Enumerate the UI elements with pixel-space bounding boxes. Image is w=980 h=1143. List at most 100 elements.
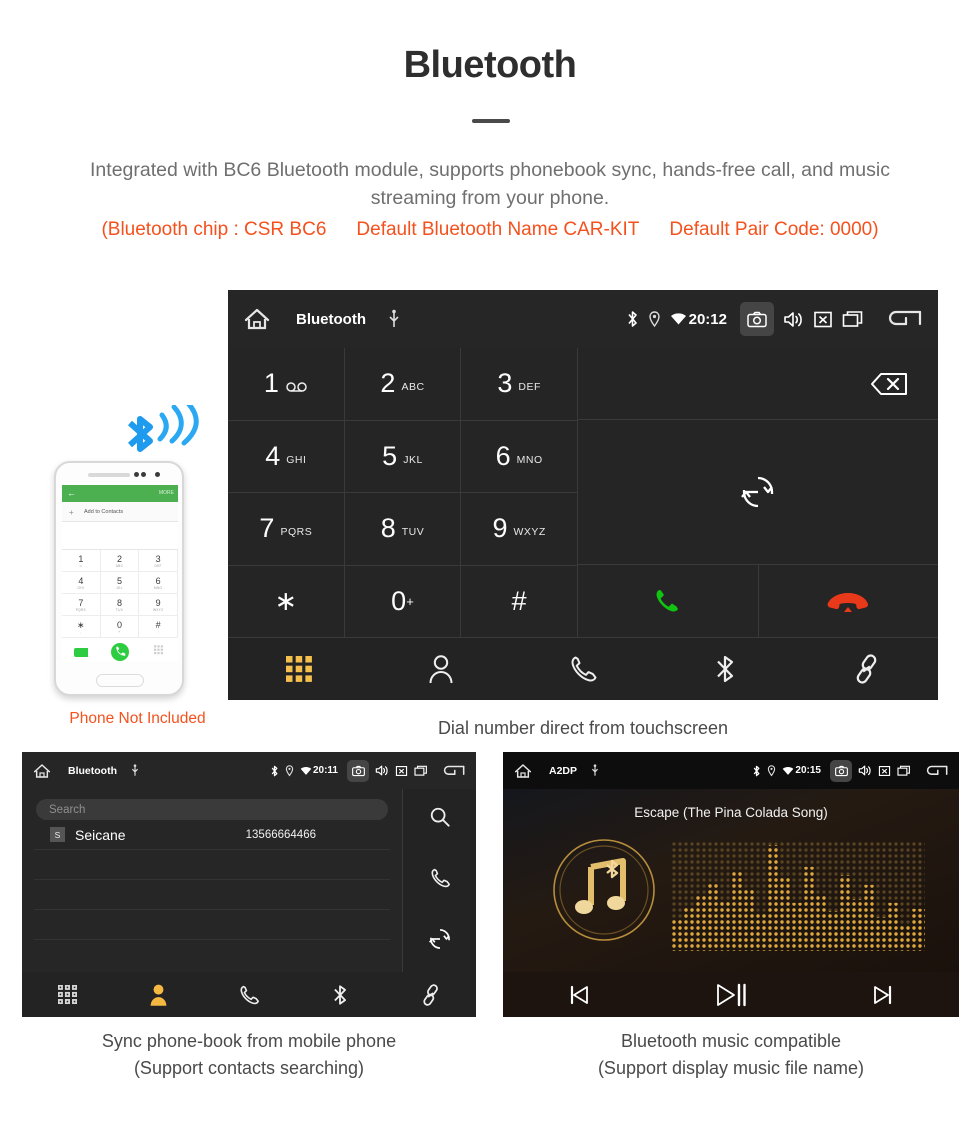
music-caption-line1: Bluetooth music compatible [620,1031,842,1051]
contact-name: Seicane [75,826,126,843]
home-icon[interactable] [514,763,532,779]
spec-pair-code: Default Pair Code: 0000) [669,219,879,240]
contact-initial-badge: S [50,827,65,842]
close-icon[interactable] [878,765,891,777]
close-icon[interactable] [813,310,833,329]
dial-key-2[interactable]: 2 ABC [344,348,462,421]
camera-icon[interactable] [830,759,852,782]
back-icon[interactable] [442,764,465,778]
dialer-clock: 20:12 [688,310,727,328]
nav-contacts-button[interactable] [370,654,512,684]
audio-transfer-icon [741,476,774,508]
search-button[interactable] [429,806,451,833]
phone-body: ← MORE + Add to Contacts 1 ∞ 2 ABC 3 DEF 4G… [54,461,184,696]
phonebook-caption-line1: Sync phone-book from mobile phone [101,1031,397,1051]
nav-bluetooth-button[interactable] [654,653,796,685]
plus-superscript-icon: + [406,593,414,609]
nav-contacts-button[interactable] [113,983,204,1006]
phone-number-field [62,522,178,550]
song-title: Escape (The Pina Colada Song) [634,805,828,820]
phonebook-app-title: Bluetooth [68,764,117,777]
volume-icon[interactable] [375,764,389,777]
previous-track-button[interactable] [503,983,655,1007]
usb-icon [388,309,400,329]
dialer-right-column [578,348,938,638]
recent-apps-icon[interactable] [842,310,864,329]
nav-calllog-button[interactable] [204,984,295,1006]
page-title: Bluetooth [403,44,577,86]
music-body: Escape (The Pina Colada Song) [503,789,959,972]
nav-keypad-button[interactable] [22,985,113,1004]
phone-home-button [96,674,144,687]
dial-key-5[interactable]: 5 JKL [344,420,462,493]
bluetooth-icon [717,655,734,683]
phone-handset-icon [431,868,450,888]
dial-key-0[interactable]: 0 + [344,565,462,638]
dial-key-hash[interactable]: # [461,565,578,638]
equalizer-visualization [671,841,925,951]
back-icon[interactable] [925,764,948,778]
phone-key: 2 ABC [100,550,140,572]
dial-key-7[interactable]: 7 PQRS [228,493,345,566]
contact-row[interactable]: S Seicane 13566664466 [34,820,390,850]
phone-more-label: MORE [159,490,174,496]
backspace-button[interactable] [578,348,938,420]
phone-keypad: 1 ∞ 2 ABC 3 DEF 4 GHI 5 JKL 6 MNO 7 PQRS 8 TUV 9… [62,550,178,638]
audio-transfer-button[interactable] [578,420,938,565]
call-answer-button[interactable] [578,565,759,637]
location-icon [285,764,294,777]
home-icon[interactable] [33,763,51,779]
phonebook-side-actions [402,789,476,972]
recent-apps-icon[interactable] [414,765,428,777]
dial-key-3[interactable]: 3 DEF [461,348,578,421]
recent-apps-icon[interactable] [897,765,911,777]
dialer-keys-area: 1 2 ABC 3 DEF 4 GHI 5 JKL 6 MNO 7 PQRS 8 TUV 9W… [228,348,938,638]
phonebook-body: Search S Seicane 13566664466 [22,789,476,972]
close-icon[interactable] [395,765,408,777]
next-track-button[interactable] [807,983,959,1007]
nav-keypad-button[interactable] [228,656,370,682]
phone-sensors [134,472,160,478]
dial-key-4[interactable]: 4 GHI [228,420,345,493]
nav-bluetooth-button[interactable] [294,983,385,1007]
dial-key-1[interactable]: 1 [228,348,345,421]
nav-link-button[interactable] [385,983,476,1006]
search-icon [430,807,450,827]
phone-key: 3 DEF [139,550,178,572]
bluetooth-icon [334,984,346,1005]
spec-chip: (Bluetooth chip : CSR BC6 [101,219,327,240]
next-track-icon [874,985,892,1004]
phone-key: ∗, [62,616,101,638]
search-input[interactable]: Search [36,799,388,820]
spec-line: (Bluetooth chip : CSR BC6 Default Blueto… [20,219,960,241]
wifi-icon [670,312,687,326]
phonebook-caption-line2: (Support contacts searching) [133,1058,365,1078]
sync-contacts-button[interactable] [428,928,451,955]
phone-not-included-note: Phone Not Included [69,710,206,727]
back-icon[interactable] [886,308,922,330]
spec-bt-name: Default Bluetooth Name CAR-KIT [356,219,640,240]
call-end-icon [827,593,869,612]
bluetooth-icon [626,310,639,328]
dial-key-8[interactable]: 8 TUV [344,493,462,566]
page-subtitle: Integrated with BC6 Bluetooth module, su… [90,159,890,209]
call-contact-button[interactable] [429,867,451,894]
phone-add-contacts-row: + Add to Contacts [62,502,178,522]
music-app-title: A2DP [549,764,578,777]
volume-icon[interactable] [858,764,872,777]
camera-icon[interactable] [740,302,774,336]
nav-calllog-button[interactable] [512,654,654,684]
nav-link-button[interactable] [796,654,938,684]
home-icon[interactable] [244,307,270,331]
dial-key-6[interactable]: 6 MNO [461,420,578,493]
camera-icon[interactable] [347,759,369,782]
call-end-button[interactable] [759,565,939,637]
phone-back-icon: ← [67,488,76,498]
music-caption: Bluetooth music compatible (Support disp… [503,1028,959,1082]
music-statusbar: A2DP 20:15 [503,752,959,789]
play-pause-button[interactable] [655,982,807,1008]
dial-key-9[interactable]: 9 WXYZ [461,493,578,566]
usb-icon [591,764,599,777]
dial-key-star[interactable]: ∗ [228,565,345,638]
volume-icon[interactable] [783,310,804,329]
